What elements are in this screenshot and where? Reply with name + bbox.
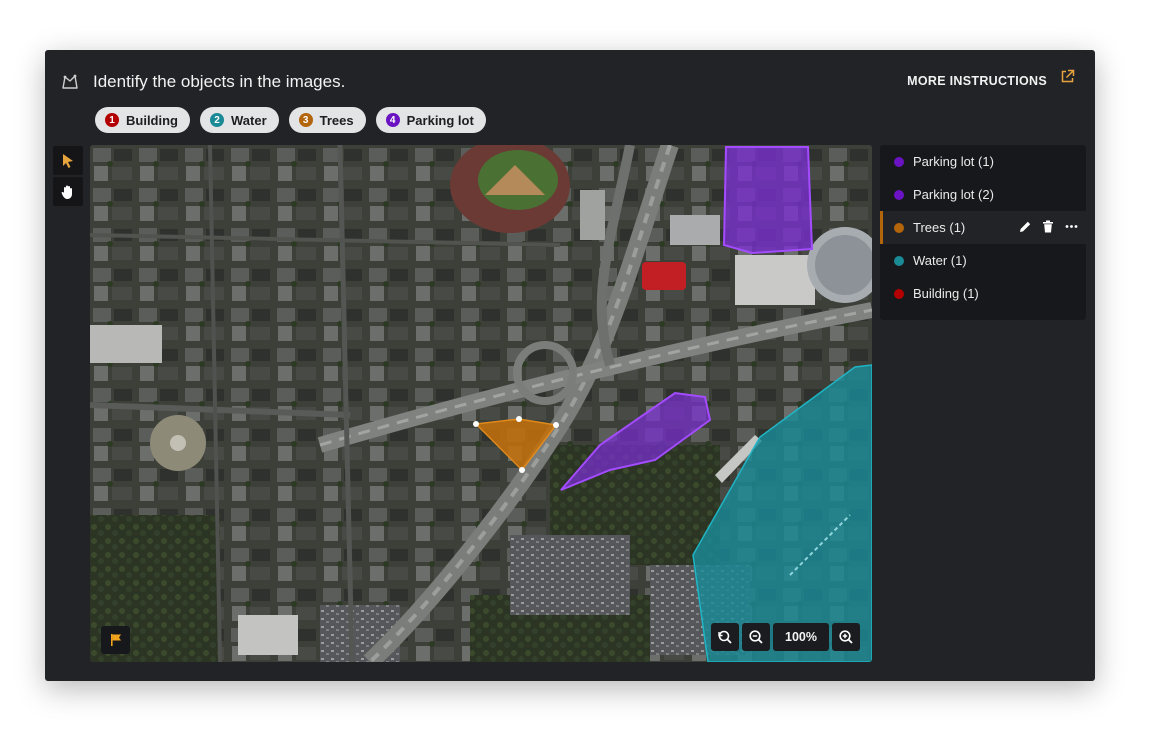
layer-color-dot (894, 255, 904, 266)
reset-view-icon (718, 630, 732, 644)
zoom-in-icon (839, 630, 853, 644)
chip-label: Building (126, 112, 178, 128)
layer-label: Trees (1) (913, 220, 966, 235)
task-title: Identify the objects in the images. (93, 72, 346, 91)
label-chip-building[interactable]: 1 Building (95, 107, 190, 133)
layer-label: Parking lot (1) (913, 154, 994, 169)
select-tool-button[interactable] (53, 146, 83, 175)
pan-hand-icon (61, 185, 72, 199)
layer-color-dot (894, 156, 904, 167)
zoom-level: 100% (773, 623, 829, 651)
image-viewer[interactable]: 100% (90, 145, 872, 662)
delete-icon (1043, 220, 1053, 232)
chip-number: 1 (105, 113, 119, 127)
pan-tool-button[interactable] (53, 177, 83, 206)
more-icon (1065, 224, 1077, 228)
chip-number: 2 (210, 113, 224, 127)
zoom-in-button[interactable] (832, 623, 860, 651)
flag-icon (110, 634, 121, 646)
layer-actions (1018, 219, 1078, 233)
layer-color-dot (894, 222, 904, 233)
chip-label: Trees (319, 112, 354, 128)
annotation-layer-list: Parking lot (1) Parking lot (2) Trees (1… (880, 145, 1086, 320)
layer-item-water-1[interactable]: Water (1) (880, 244, 1086, 277)
more-instructions-link[interactable]: MORE INSTRUCTIONS (907, 74, 1047, 88)
label-chip-trees[interactable]: 3 Trees (288, 107, 366, 133)
layer-label: Water (1) (913, 253, 967, 268)
layer-label: Building (1) (913, 286, 979, 301)
layer-item-building-1[interactable]: Building (1) (880, 277, 1086, 310)
chip-number: 3 (298, 113, 313, 127)
annotation-panel: Identify the objects in the images. MORE… (45, 50, 1095, 681)
delete-layer-button[interactable] (1041, 219, 1055, 233)
tool-rail (53, 146, 83, 206)
label-chips: 1 Building 2 Water 3 Trees 4 Parking lot (95, 107, 486, 133)
chip-label: Water (231, 112, 267, 128)
select-cursor-icon (63, 153, 73, 168)
reset-view-button[interactable] (711, 623, 739, 651)
zoom-out-button[interactable] (742, 623, 770, 651)
zoom-controls: 100% (711, 623, 860, 651)
chip-label: Parking lot (406, 112, 474, 128)
zoom-out-icon (749, 630, 763, 644)
annotation-task-icon (62, 74, 78, 89)
layer-color-dot (894, 288, 904, 299)
more-layer-options-button[interactable] (1064, 219, 1078, 233)
chip-number: 4 (385, 113, 400, 127)
label-chip-parking-lot[interactable]: 4 Parking lot (375, 107, 486, 133)
layer-item-parking-lot-2[interactable]: Parking lot (2) (880, 178, 1086, 211)
label-chip-water[interactable]: 2 Water (200, 107, 279, 133)
layer-item-trees-1[interactable]: Trees (1) (880, 211, 1086, 244)
flag-button[interactable] (101, 626, 130, 654)
satellite-image (90, 145, 872, 662)
edit-layer-button[interactable] (1018, 219, 1032, 233)
layer-color-dot (894, 189, 904, 200)
external-link-icon[interactable] (1060, 69, 1075, 84)
layer-label: Parking lot (2) (913, 187, 994, 202)
layer-item-parking-lot-1[interactable]: Parking lot (1) (880, 145, 1086, 178)
edit-icon (1019, 221, 1030, 232)
